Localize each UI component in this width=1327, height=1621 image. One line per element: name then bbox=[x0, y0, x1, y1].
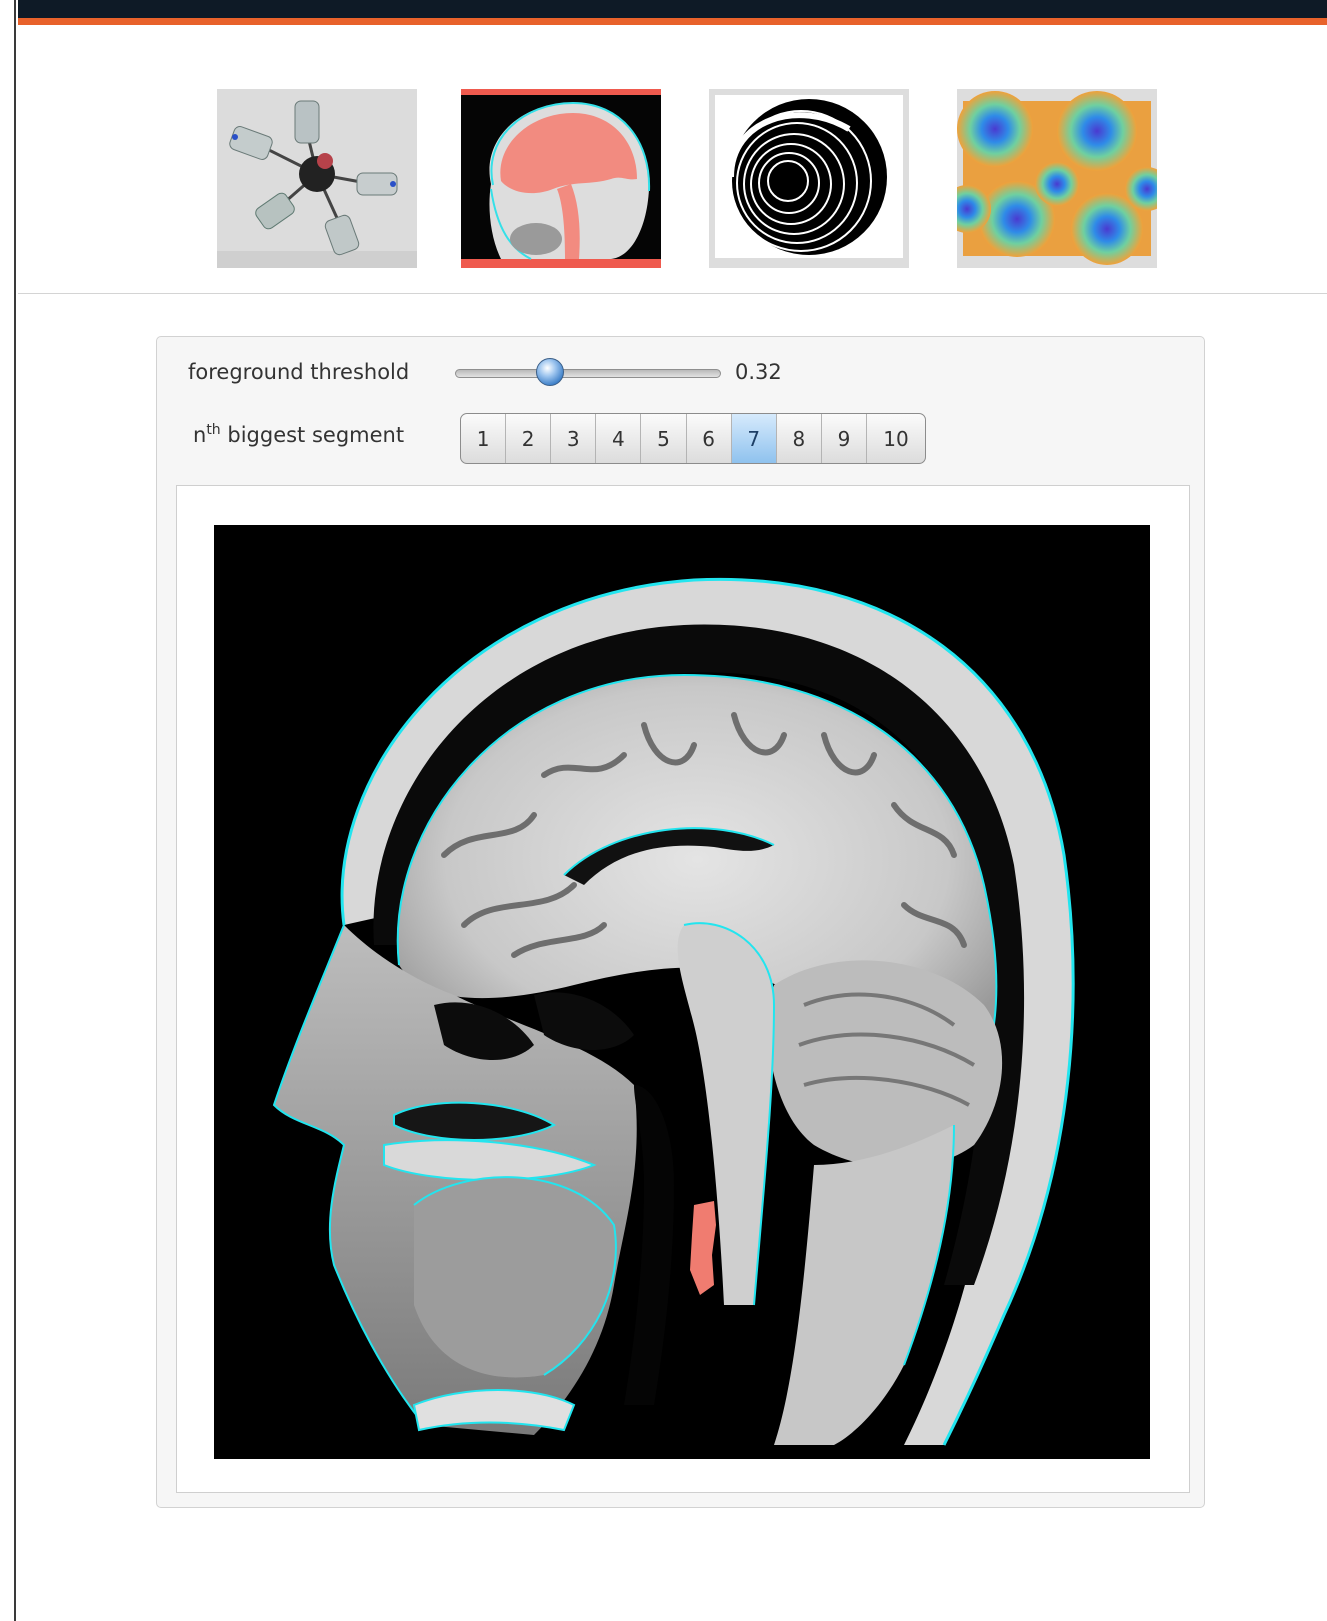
mri-segmentation-image bbox=[214, 525, 1150, 1459]
segment-option-2[interactable]: 2 bbox=[505, 414, 550, 463]
section-divider bbox=[18, 293, 1327, 294]
segment-option-6[interactable]: 6 bbox=[685, 414, 731, 463]
segment-option-7[interactable]: 7 bbox=[730, 414, 776, 463]
voronoi-thumbnail[interactable] bbox=[957, 89, 1157, 268]
left-border bbox=[14, 0, 16, 1621]
segment-option-3[interactable]: 3 bbox=[550, 414, 595, 463]
threshold-value: 0.32 bbox=[735, 360, 782, 384]
segment-label: nth biggest segment bbox=[193, 422, 404, 447]
voronoi-image bbox=[957, 91, 1157, 265]
segment-option-1[interactable]: 1 bbox=[461, 414, 505, 463]
threshold-label: foreground threshold bbox=[188, 360, 410, 384]
top-accent-bar bbox=[18, 18, 1327, 25]
threshold-slider-track[interactable] bbox=[455, 369, 721, 378]
segment-label-sup: th bbox=[206, 422, 221, 438]
segment-selector: 1 2 3 4 5 6 7 8 9 10 bbox=[460, 413, 926, 464]
segment-label-rest: biggest segment bbox=[227, 423, 405, 447]
segment-option-4[interactable]: 4 bbox=[595, 414, 640, 463]
mechanism-thumbnail[interactable] bbox=[217, 89, 417, 268]
mechanism-image bbox=[217, 89, 417, 268]
segment-option-9[interactable]: 9 bbox=[820, 414, 866, 463]
segment-label-n: n bbox=[193, 423, 207, 447]
spiral-image bbox=[715, 95, 903, 258]
segment-option-8[interactable]: 8 bbox=[775, 414, 821, 463]
threshold-slider-thumb[interactable] bbox=[536, 358, 564, 386]
top-bar bbox=[18, 0, 1327, 18]
brain-thumbnail-image bbox=[461, 95, 661, 260]
spiral-thumbnail[interactable] bbox=[709, 89, 909, 268]
brain-segmentation-thumbnail[interactable] bbox=[461, 89, 661, 268]
segment-option-10[interactable]: 10 bbox=[865, 414, 925, 463]
segment-option-5[interactable]: 5 bbox=[640, 414, 685, 463]
